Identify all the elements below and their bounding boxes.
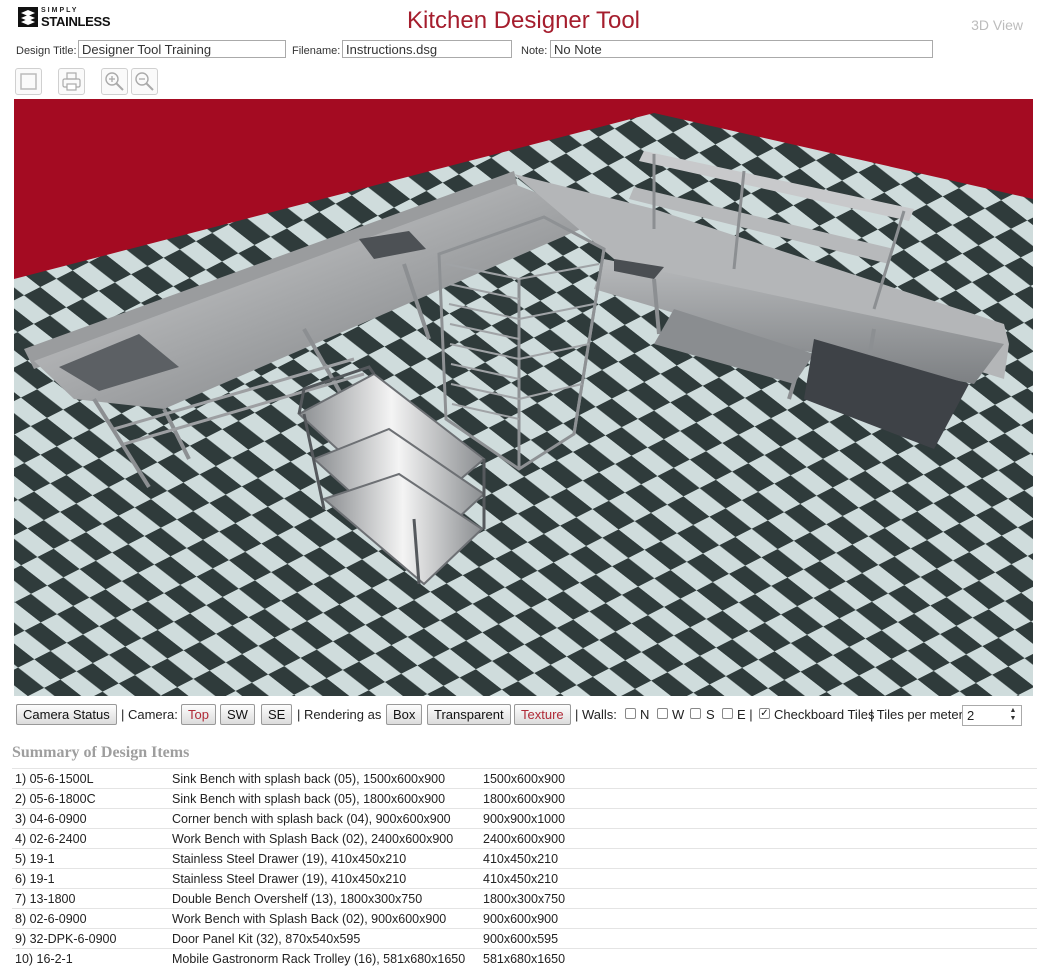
item-size: 2400x600x900 [483, 832, 566, 846]
item-description: Work Bench with Splash Back (02), 900x60… [172, 912, 447, 926]
design-title-label: Design Title: [16, 45, 77, 57]
item-code: 8) 02-6-0900 [15, 912, 87, 926]
blank-button[interactable] [15, 68, 42, 95]
3d-viewport[interactable] [14, 99, 1033, 696]
item-code: 2) 05-6-1800C [15, 792, 96, 806]
camera-se-button[interactable]: SE [261, 704, 293, 725]
table-row: 5) 19-1 Stainless Steel Drawer (19), 410x… [12, 848, 1037, 868]
item-code: 5) 19-1 [15, 852, 55, 866]
zoom-in-button[interactable] [101, 68, 128, 95]
render-box-button[interactable]: Box [386, 704, 423, 725]
table-row: 6) 19-1 Stainless Steel Drawer (19), 410x… [12, 868, 1037, 888]
blank-icon [20, 73, 37, 90]
note-input[interactable] [550, 40, 933, 58]
checkboard-tiles-label: Checkboard Tiles [774, 707, 875, 722]
wall-n-label: N [640, 707, 650, 722]
item-code: 7) 13-1800 [15, 892, 76, 906]
filename-input[interactable] [342, 40, 512, 58]
item-code: 6) 19-1 [15, 872, 55, 886]
print-icon [62, 72, 81, 91]
render-texture-button[interactable]: Texture [514, 704, 571, 725]
camera-sw-button[interactable]: SW [220, 704, 255, 725]
item-description: Sink Bench with splash back (05), 1500x6… [172, 772, 446, 786]
item-code: 9) 32-DPK-6-0900 [15, 932, 117, 946]
summary-table: 1) 05-6-1500L Sink Bench with splash back… [12, 768, 1037, 968]
viewport-controls: Camera Status | Camera: Top SW SE | Rend… [14, 704, 1033, 726]
item-size: 1500x600x900 [483, 772, 566, 786]
zoom-in-icon [105, 72, 124, 91]
camera-status-button[interactable]: Camera Status [16, 704, 117, 725]
table-row: 2) 05-6-1800C Sink Bench with splash back… [12, 788, 1037, 808]
render-transparent-button[interactable]: Transparent [427, 704, 511, 725]
walls-label: | Walls: [575, 707, 617, 722]
item-size: 410x450x210 [483, 872, 559, 886]
wall-w-checkbox[interactable] [657, 708, 668, 719]
item-description: Work Bench with Splash Back (02), 2400x6… [172, 832, 454, 846]
item-size: 581x680x1650 [483, 952, 566, 966]
camera-top-button[interactable]: Top [181, 704, 216, 725]
3d-scene[interactable] [14, 99, 1033, 696]
wall-s-checkbox[interactable] [690, 708, 701, 719]
item-size: 900x600x595 [483, 932, 559, 946]
item-size: 900x600x900 [483, 912, 559, 926]
tiles-per-meter-label: | Tiles per meter [870, 707, 963, 722]
table-row: 9) 32-DPK-6-0900 Door Panel Kit (32), 870… [12, 928, 1037, 948]
item-code: 1) 05-6-1500L [15, 772, 94, 786]
wall-n-checkbox[interactable] [625, 708, 636, 719]
filename-label: Filename: [292, 45, 341, 57]
note-label: Note: [521, 45, 548, 57]
item-description: Stainless Steel Drawer (19), 410x450x210 [172, 852, 407, 866]
table-row: 4) 02-6-2400 Work Bench with Splash Back … [12, 828, 1037, 848]
item-description: Mobile Gastronorm Rack Trolley (16), 581… [172, 952, 466, 966]
table-row: 1) 05-6-1500L Sink Bench with splash back… [12, 768, 1037, 788]
wall-s-label: S [706, 707, 715, 722]
zoom-out-button[interactable] [131, 68, 158, 95]
rendering-label: | Rendering as [297, 707, 382, 722]
spinner-arrows-icon[interactable]: ▲ ▼ [1007, 707, 1019, 724]
table-row: 10) 16-2-1 Mobile Gastronorm Rack Trolley… [12, 948, 1037, 968]
wall-w-label: W [672, 707, 685, 722]
item-code: 10) 16-2-1 [15, 952, 73, 966]
table-row: 7) 13-1800 Double Bench Overshelf (13), 1… [12, 888, 1037, 908]
item-description: Stainless Steel Drawer (19), 410x450x210 [172, 872, 407, 886]
tiles-per-meter-input[interactable]: 2 ▲ ▼ [962, 705, 1022, 726]
item-size: 1800x600x900 [483, 792, 566, 806]
view-label: 3D View [971, 17, 1023, 33]
item-description: Double Bench Overshelf (13), 1800x300x75… [172, 892, 423, 906]
camera-label: | Camera: [121, 707, 178, 722]
print-button[interactable] [58, 68, 85, 95]
item-size: 1800x300x750 [483, 892, 566, 906]
summary-title: Summary of Design Items [12, 744, 190, 761]
design-meta-row: Design Title: Filename: Note: [16, 40, 1036, 60]
item-size: 410x450x210 [483, 852, 559, 866]
item-code: 4) 02-6-2400 [15, 832, 87, 846]
design-title-input[interactable] [78, 40, 286, 58]
table-row: 3) 04-6-0900 Corner bench with splash bac… [12, 808, 1037, 828]
checkboard-tiles-checkbox[interactable]: ✓ [759, 708, 770, 719]
item-description: Door Panel Kit (32), 870x540x595 [172, 932, 361, 946]
toolbar [14, 68, 314, 96]
header: SIMPLY STAINLESS Kitchen Designer Tool 3… [0, 0, 1047, 38]
item-code: 3) 04-6-0900 [15, 812, 87, 826]
tiles-per-meter-value: 2 [967, 708, 975, 723]
wall-e-label: E | [737, 707, 753, 722]
item-description: Corner bench with splash back (04), 900x… [172, 812, 451, 826]
page-title: Kitchen Designer Tool [406, 7, 641, 34]
zoom-out-icon [135, 72, 154, 91]
wall-e-checkbox[interactable] [722, 708, 733, 719]
table-row: 8) 02-6-0900 Work Bench with Splash Back … [12, 908, 1037, 928]
item-size: 900x900x1000 [483, 812, 566, 826]
item-description: Sink Bench with splash back (05), 1800x6… [172, 792, 446, 806]
